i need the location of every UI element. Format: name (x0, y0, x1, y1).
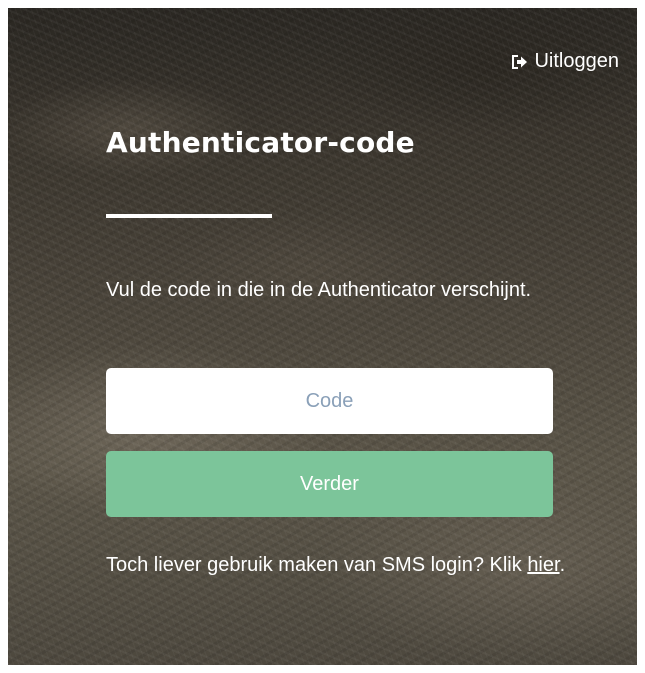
sms-login-link[interactable]: hier (527, 554, 559, 576)
logout-link[interactable]: Uitloggen (510, 50, 619, 73)
sms-login-period: . (559, 554, 566, 576)
title-underline (106, 214, 272, 218)
sign-out-icon (510, 54, 528, 70)
code-input[interactable] (106, 368, 553, 434)
sms-login-text: Toch liever gebruik maken van SMS login?… (106, 548, 566, 582)
submit-button[interactable]: Verder (106, 451, 553, 517)
page-title: Authenticator-code (106, 126, 415, 159)
instruction-text: Vul de code in die in de Authenticator v… (106, 279, 532, 301)
sms-login-prompt: Toch liever gebruik maken van SMS login?… (106, 554, 528, 576)
login-panel: Uitloggen Authenticator-code Vul de code… (8, 8, 637, 665)
logout-label[interactable]: Uitloggen (534, 50, 619, 73)
